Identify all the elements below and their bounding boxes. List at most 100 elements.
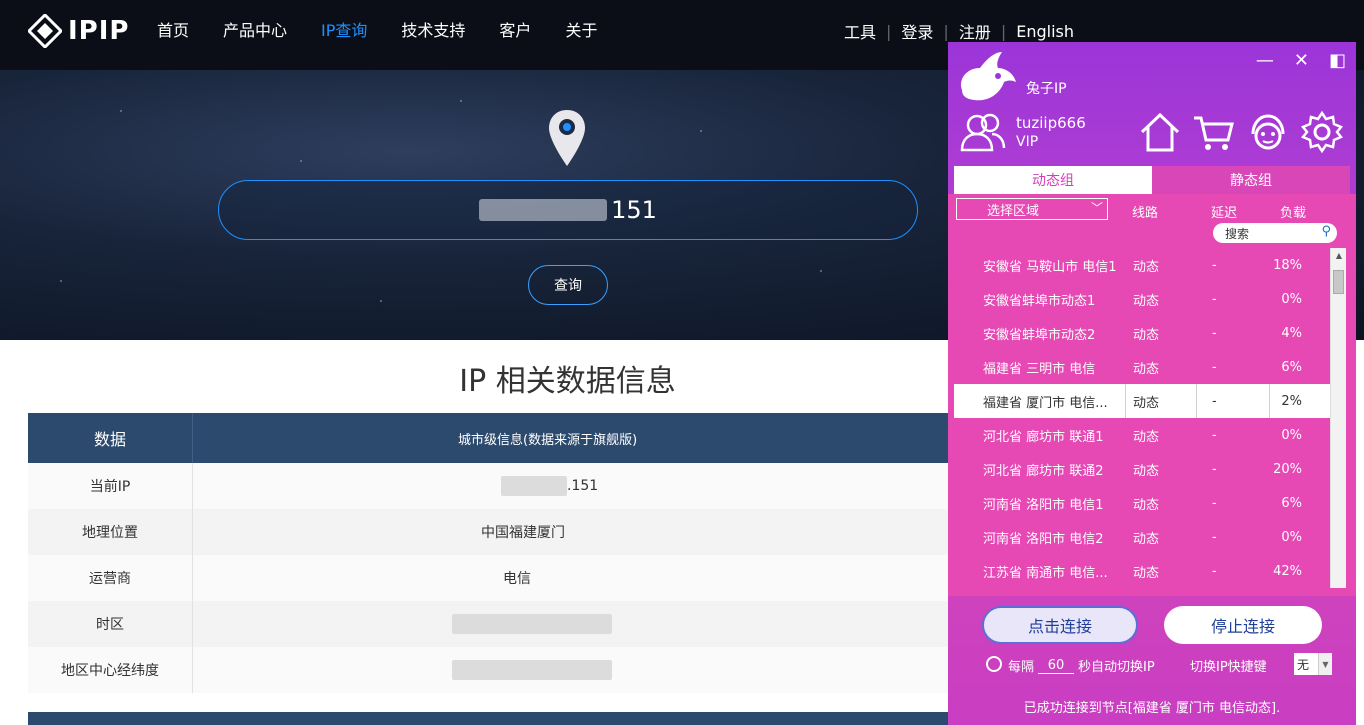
tab-static-group[interactable]: 静态组 xyxy=(1152,166,1350,194)
node-load: 0% xyxy=(1281,292,1302,307)
region-select-label: 选择区域 xyxy=(987,200,1039,219)
redacted-ip-prefix xyxy=(479,199,607,221)
site-logo[interactable]: IPIP xyxy=(28,14,129,48)
connect-button[interactable]: 点击连接 xyxy=(982,606,1138,644)
table-row: 地区中心经纬度 xyxy=(28,647,1028,693)
cell-divider xyxy=(1269,384,1270,418)
star xyxy=(380,300,382,302)
node-list: 安徽省 马鞍山市 电信1动态-18% 安徽省蚌埠市动态1动态-0% 安徽省蚌埠市… xyxy=(954,248,1330,588)
user-name: tuziip666 xyxy=(1016,114,1086,132)
star xyxy=(700,130,702,132)
scroll-up-icon[interactable]: ▲ xyxy=(1331,251,1347,260)
hotkey-label: 切换IP快捷键 xyxy=(1190,656,1267,675)
table-row: 时区 xyxy=(28,601,1028,647)
search-placeholder: 搜索 xyxy=(1225,225,1249,242)
table-header: 数据 城市级信息(数据来源于旗舰版) xyxy=(28,413,1028,463)
nav-products[interactable]: 产品中心 xyxy=(223,0,287,62)
user-avatar-icon xyxy=(960,112,1006,152)
toolbar xyxy=(1138,110,1344,154)
column-line: 线路 xyxy=(1132,202,1158,221)
node-search-input[interactable]: 搜索 ⚲ xyxy=(1213,223,1337,243)
close-button[interactable]: ✕ xyxy=(1294,50,1309,71)
ip-search-input[interactable]: 151 xyxy=(218,180,918,240)
dock-button[interactable]: ◧ xyxy=(1329,50,1346,71)
nav-divider: | xyxy=(886,22,891,41)
row-value: 中国福建厦门 xyxy=(193,509,1028,555)
rabbit-logo-icon xyxy=(954,50,1020,106)
table-row: 地理位置 中国福建厦门 xyxy=(28,509,1028,555)
interval-input[interactable]: 60 xyxy=(1038,658,1074,674)
node-row[interactable]: 江苏省 南通市 电信...动态-42% xyxy=(954,554,1330,588)
star xyxy=(820,270,822,272)
node-name: 江苏省 南通市 电信... xyxy=(983,562,1108,581)
node-name: 安徽省蚌埠市动态1 xyxy=(983,290,1095,309)
chevron-down-icon: ﹀ xyxy=(1091,199,1103,216)
logo-text: IPIP xyxy=(68,16,129,46)
node-row[interactable]: 河北省 廊坊市 联通2动态-20% xyxy=(954,452,1330,486)
node-list-scrollbar[interactable]: ▲ xyxy=(1330,248,1346,588)
cart-icon[interactable] xyxy=(1192,110,1236,154)
settings-icon[interactable] xyxy=(1300,110,1344,154)
node-name: 河北省 廊坊市 联通1 xyxy=(983,426,1104,445)
main-nav: 首页 产品中心 IP查询 技术支持 客户 关于 xyxy=(140,0,614,62)
group-tabs: 动态组 静态组 xyxy=(954,166,1350,194)
stop-button[interactable]: 停止连接 xyxy=(1164,606,1322,644)
node-delay: - xyxy=(1212,530,1217,545)
search-icon: ⚲ xyxy=(1321,224,1331,239)
nav-register[interactable]: 注册 xyxy=(959,19,991,43)
column-load: 负载 xyxy=(1280,202,1306,221)
node-load: 0% xyxy=(1281,530,1302,545)
node-load: 6% xyxy=(1281,360,1302,375)
node-load: 2% xyxy=(1281,394,1302,409)
node-row-selected[interactable]: 福建省 厦门市 电信...动态-2% xyxy=(954,384,1330,418)
node-row[interactable]: 河南省 洛阳市 电信1动态-6% xyxy=(954,486,1330,520)
row-label: 时区 xyxy=(28,601,193,647)
auto-switch-prefix: 每隔 xyxy=(1008,656,1034,675)
row-value: 电信 xyxy=(193,555,1028,601)
ip-value: 151 xyxy=(611,196,657,224)
node-line: 动态 xyxy=(1133,256,1159,275)
nav-tools[interactable]: 工具 xyxy=(844,19,876,43)
redacted-value xyxy=(501,476,567,496)
nav-home[interactable]: 首页 xyxy=(157,0,189,62)
redacted-value xyxy=(452,660,612,680)
nav-customers[interactable]: 客户 xyxy=(499,0,531,62)
nav-login[interactable]: 登录 xyxy=(901,19,933,43)
node-row[interactable]: 河南省 洛阳市 电信2动态-0% xyxy=(954,520,1330,554)
column-delay: 延迟 xyxy=(1211,202,1237,221)
query-button[interactable]: 查询 xyxy=(528,265,608,305)
node-line: 动态 xyxy=(1133,528,1159,547)
nav-ip-lookup[interactable]: IP查询 xyxy=(321,0,367,62)
nav-divider: | xyxy=(943,22,948,41)
support-icon[interactable] xyxy=(1246,110,1290,154)
node-row[interactable]: 安徽省 马鞍山市 电信1动态-18% xyxy=(954,248,1330,282)
user-level: VIP xyxy=(1016,134,1038,150)
cell-divider xyxy=(1196,384,1197,418)
table-row: 运营商 电信 xyxy=(28,555,1028,601)
auto-switch-radio[interactable] xyxy=(986,656,1002,672)
node-delay: - xyxy=(1212,564,1217,579)
scrollbar-thumb[interactable] xyxy=(1333,270,1344,294)
node-row[interactable]: 河北省 廊坊市 联通1动态-0% xyxy=(954,418,1330,452)
tab-dynamic-group[interactable]: 动态组 xyxy=(954,166,1152,194)
app-title: 兔子IP xyxy=(1026,78,1067,98)
node-row[interactable]: 安徽省蚌埠市动态2动态-4% xyxy=(954,316,1330,350)
node-delay: - xyxy=(1212,360,1217,375)
header-city-info: 城市级信息(数据来源于旗舰版) xyxy=(193,413,1028,463)
minimize-button[interactable]: — xyxy=(1256,50,1274,71)
nav-english[interactable]: English xyxy=(1016,22,1074,41)
node-row[interactable]: 安徽省蚌埠市动态1动态-0% xyxy=(954,282,1330,316)
auto-switch-row: 每隔 60 秒自动切换IP xyxy=(1008,656,1155,675)
node-row[interactable]: 福建省 三明市 电信动态-6% xyxy=(954,350,1330,384)
logo-mark-icon xyxy=(28,14,62,48)
hotkey-select[interactable]: 无 xyxy=(1294,653,1318,675)
star xyxy=(300,160,302,162)
region-select[interactable]: 选择区域 ﹀ xyxy=(956,198,1108,220)
node-name: 福建省 三明市 电信 xyxy=(983,358,1095,377)
home-icon[interactable] xyxy=(1138,110,1182,154)
nav-about[interactable]: 关于 xyxy=(565,0,597,62)
node-name: 安徽省 马鞍山市 电信1 xyxy=(983,256,1117,275)
chevron-down-icon[interactable]: ▼ xyxy=(1318,653,1332,675)
redacted-value xyxy=(452,614,612,634)
nav-tech-support[interactable]: 技术支持 xyxy=(401,0,465,62)
